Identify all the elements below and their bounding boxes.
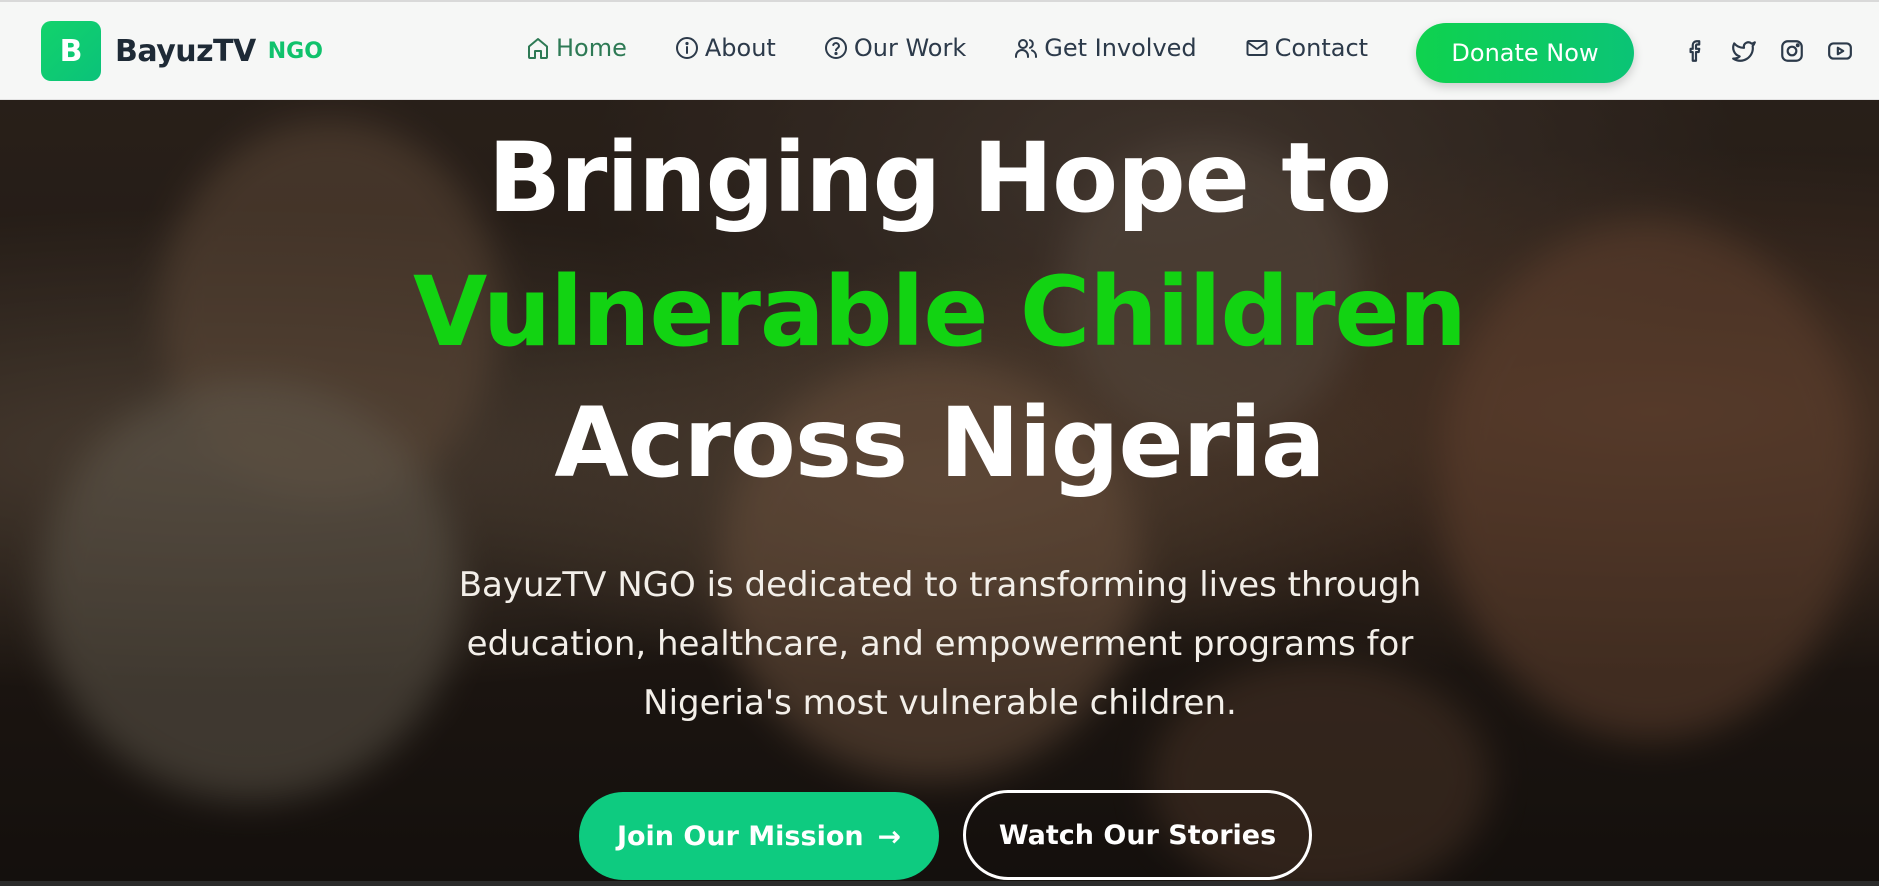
nav-item-label: Contact bbox=[1274, 34, 1369, 62]
logo-badge: B bbox=[41, 21, 101, 81]
twitter-icon bbox=[1732, 41, 1756, 62]
nav-item-label: Our Work bbox=[853, 34, 967, 62]
hero-headline-line2: Vulnerable Children bbox=[413, 256, 1467, 368]
brand-tag: NGO bbox=[267, 38, 323, 64]
join-our-mission-label: Join Our Mission bbox=[616, 820, 864, 852]
page-bottom-edge bbox=[0, 881, 1879, 886]
users-icon bbox=[1015, 39, 1038, 58]
hero-headline-line1: Bringing Hope to bbox=[487, 122, 1392, 234]
facebook-link[interactable] bbox=[1683, 38, 1709, 64]
help-circle-icon bbox=[824, 37, 847, 59]
nav-item-contact[interactable]: Contact bbox=[1245, 34, 1368, 62]
nav-item-label: Home bbox=[556, 34, 627, 62]
arrow-right-icon: → bbox=[877, 819, 902, 853]
twitter-link[interactable] bbox=[1731, 38, 1757, 64]
top-navbar: B BayuzTV NGO Home About Our Work Get In… bbox=[0, 0, 1879, 100]
info-icon bbox=[675, 37, 698, 59]
brand-name: BayuzTV bbox=[115, 33, 256, 69]
nav-item-label: Get Involved bbox=[1044, 34, 1197, 62]
instagram-icon bbox=[1781, 40, 1803, 62]
mail-icon bbox=[1246, 40, 1268, 56]
nav-item-home[interactable]: Home bbox=[526, 34, 627, 62]
home-icon bbox=[528, 38, 548, 59]
main-nav: Home About Our Work Get Involved Contact bbox=[526, 34, 1416, 62]
logo-letter: B bbox=[59, 33, 83, 69]
join-our-mission-button[interactable]: Join Our Mission → bbox=[579, 792, 939, 880]
youtube-link[interactable] bbox=[1827, 38, 1853, 64]
nav-item-get-involved[interactable]: Get Involved bbox=[1014, 34, 1197, 62]
donate-now-button[interactable]: Donate Now bbox=[1416, 23, 1634, 83]
hero-headline-line3: Across Nigeria bbox=[554, 387, 1325, 499]
brand-logo-link[interactable]: B BayuzTV NGO bbox=[41, 21, 323, 81]
hero-subtext: BayuzTV NGO is dedicated to transforming… bbox=[458, 565, 1422, 723]
instagram-link[interactable] bbox=[1779, 38, 1805, 64]
hero-section: Bringing Hope to Vulnerable Children Acr… bbox=[0, 100, 1879, 881]
social-links bbox=[1683, 38, 1875, 64]
watch-our-stories-button[interactable]: Watch Our Stories bbox=[963, 790, 1312, 880]
nav-item-about[interactable]: About bbox=[675, 34, 776, 62]
youtube-icon bbox=[1828, 42, 1852, 60]
nav-item-our-work[interactable]: Our Work bbox=[824, 34, 966, 62]
nav-item-label: About bbox=[704, 34, 776, 62]
facebook-icon bbox=[1689, 40, 1701, 62]
